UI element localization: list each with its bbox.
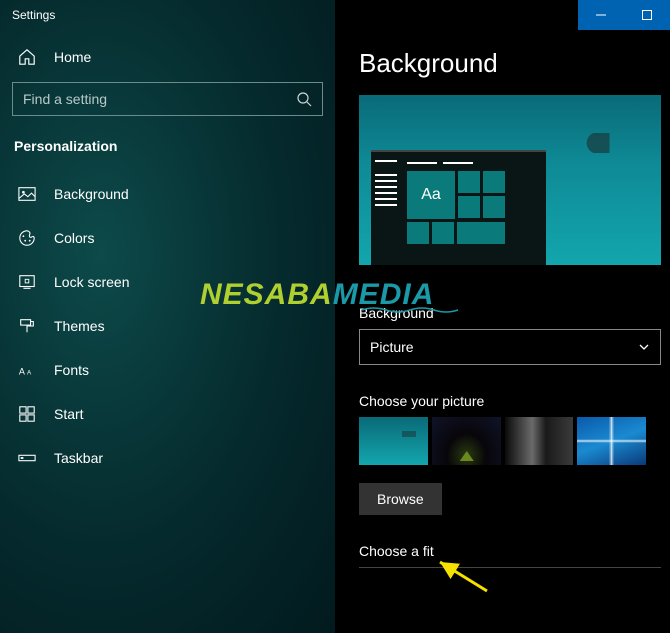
chevron-down-icon (638, 341, 650, 353)
sidebar-item-themes[interactable]: Themes (0, 304, 335, 348)
preview-desktop-mock: Aa (371, 150, 546, 265)
choose-picture-label: Choose your picture (359, 393, 646, 409)
dropdown-value: Picture (370, 339, 414, 355)
home-icon (18, 48, 36, 66)
picture-thumbnails (359, 417, 646, 465)
sidebar: Home Personalization Background Colors L… (0, 0, 335, 633)
search-icon (296, 91, 312, 107)
background-preview: Aa (359, 95, 661, 265)
fit-divider (359, 567, 661, 568)
search-container (12, 82, 323, 116)
browse-button[interactable]: Browse (359, 483, 442, 515)
minimize-icon (596, 10, 606, 20)
maximize-button[interactable] (624, 0, 670, 30)
sidebar-item-taskbar[interactable]: Taskbar (0, 436, 335, 480)
sidebar-item-start[interactable]: Start (0, 392, 335, 436)
svg-text:A: A (19, 367, 25, 377)
preview-wallpaper-subject (583, 133, 631, 153)
start-icon (18, 405, 36, 423)
preview-sample-tile: Aa (407, 171, 455, 219)
background-dropdown-label: Background (359, 305, 646, 321)
minimize-button[interactable] (578, 0, 624, 30)
taskbar-icon (18, 449, 36, 467)
picture-thumb-2[interactable] (432, 417, 501, 465)
paint-icon (18, 317, 36, 335)
home-label: Home (54, 49, 91, 65)
window-title: Settings (0, 8, 55, 22)
sidebar-item-label: Start (54, 406, 84, 422)
sidebar-item-colors[interactable]: Colors (0, 216, 335, 260)
picture-icon (18, 185, 36, 203)
category-heading: Personalization (0, 134, 335, 172)
picture-thumb-4[interactable] (577, 417, 646, 465)
sidebar-item-background[interactable]: Background (0, 172, 335, 216)
background-type-dropdown[interactable]: Picture (359, 329, 661, 365)
search-input[interactable] (23, 91, 296, 107)
home-nav[interactable]: Home (0, 36, 335, 82)
sidebar-item-label: Taskbar (54, 450, 103, 466)
choose-fit-label: Choose a fit (359, 543, 646, 559)
sidebar-item-fonts[interactable]: AA Fonts (0, 348, 335, 392)
lock-icon (18, 273, 36, 291)
sidebar-item-label: Colors (54, 230, 94, 246)
sidebar-item-lock-screen[interactable]: Lock screen (0, 260, 335, 304)
picture-thumb-1[interactable] (359, 417, 428, 465)
search-box[interactable] (12, 82, 323, 116)
page-title: Background (359, 48, 646, 79)
titlebar: Settings (0, 0, 670, 30)
window-controls (578, 0, 670, 30)
sidebar-item-label: Fonts (54, 362, 89, 378)
content-pane: Background Aa Background (335, 0, 670, 633)
sidebar-item-label: Background (54, 186, 129, 202)
picture-thumb-3[interactable] (505, 417, 574, 465)
palette-icon (18, 229, 36, 247)
sidebar-item-label: Themes (54, 318, 105, 334)
font-icon: AA (18, 361, 36, 379)
maximize-icon (642, 10, 652, 20)
svg-text:A: A (27, 370, 32, 377)
sidebar-item-label: Lock screen (54, 274, 129, 290)
